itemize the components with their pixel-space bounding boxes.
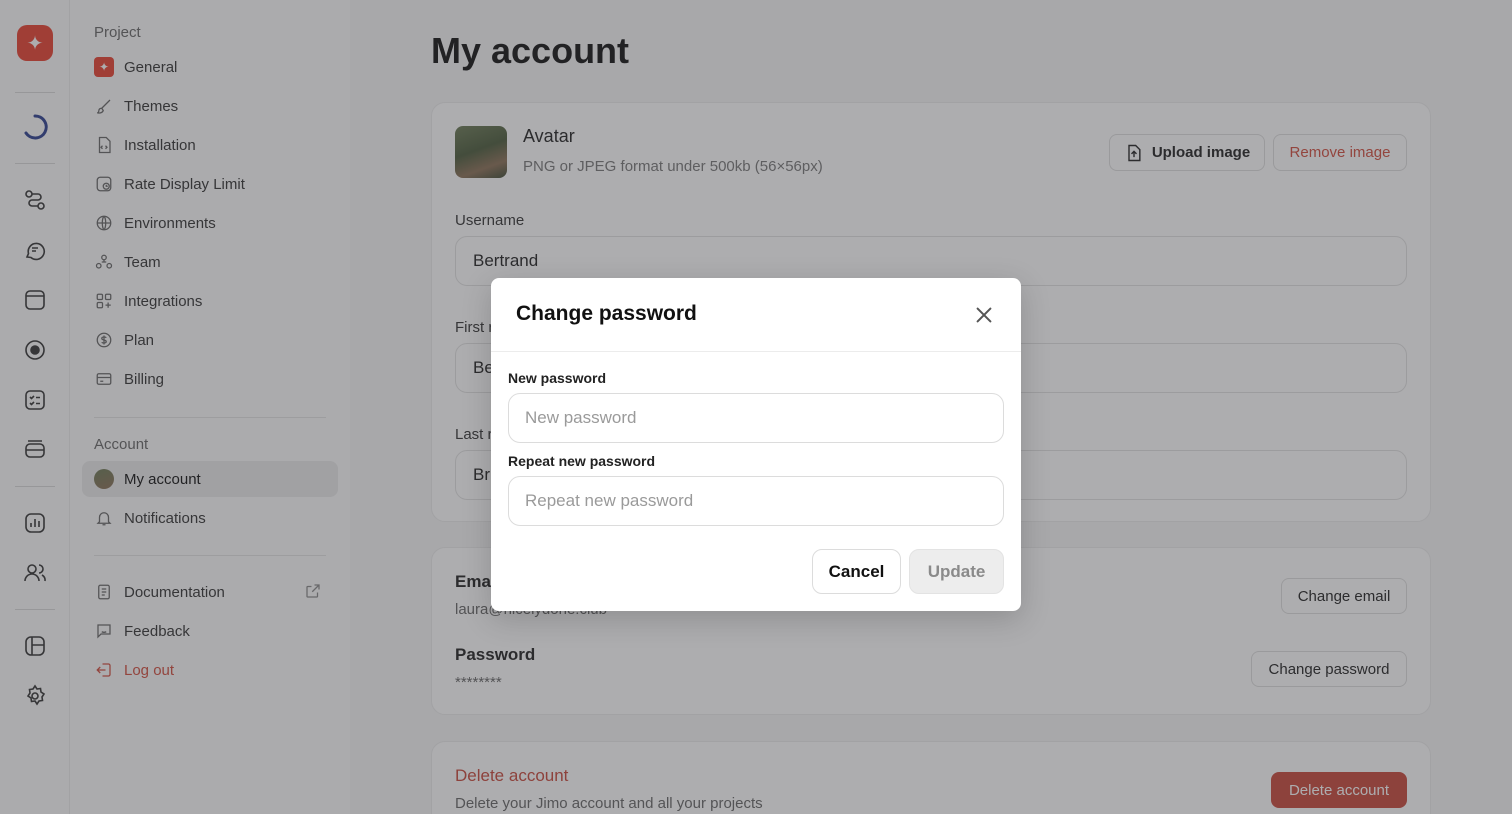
close-icon[interactable] bbox=[969, 300, 999, 330]
dialog-header: Change password bbox=[491, 278, 1021, 352]
new-password-label: New password bbox=[508, 370, 607, 386]
repeat-password-label: Repeat new password bbox=[508, 453, 656, 469]
new-password-input[interactable] bbox=[508, 393, 1004, 443]
dialog-title: Change password bbox=[516, 302, 697, 325]
update-button[interactable]: Update bbox=[909, 549, 1004, 594]
change-password-dialog: Change password New password Repeat new … bbox=[491, 278, 1021, 611]
repeat-password-input[interactable] bbox=[508, 476, 1004, 526]
cancel-button[interactable]: Cancel bbox=[812, 549, 901, 594]
